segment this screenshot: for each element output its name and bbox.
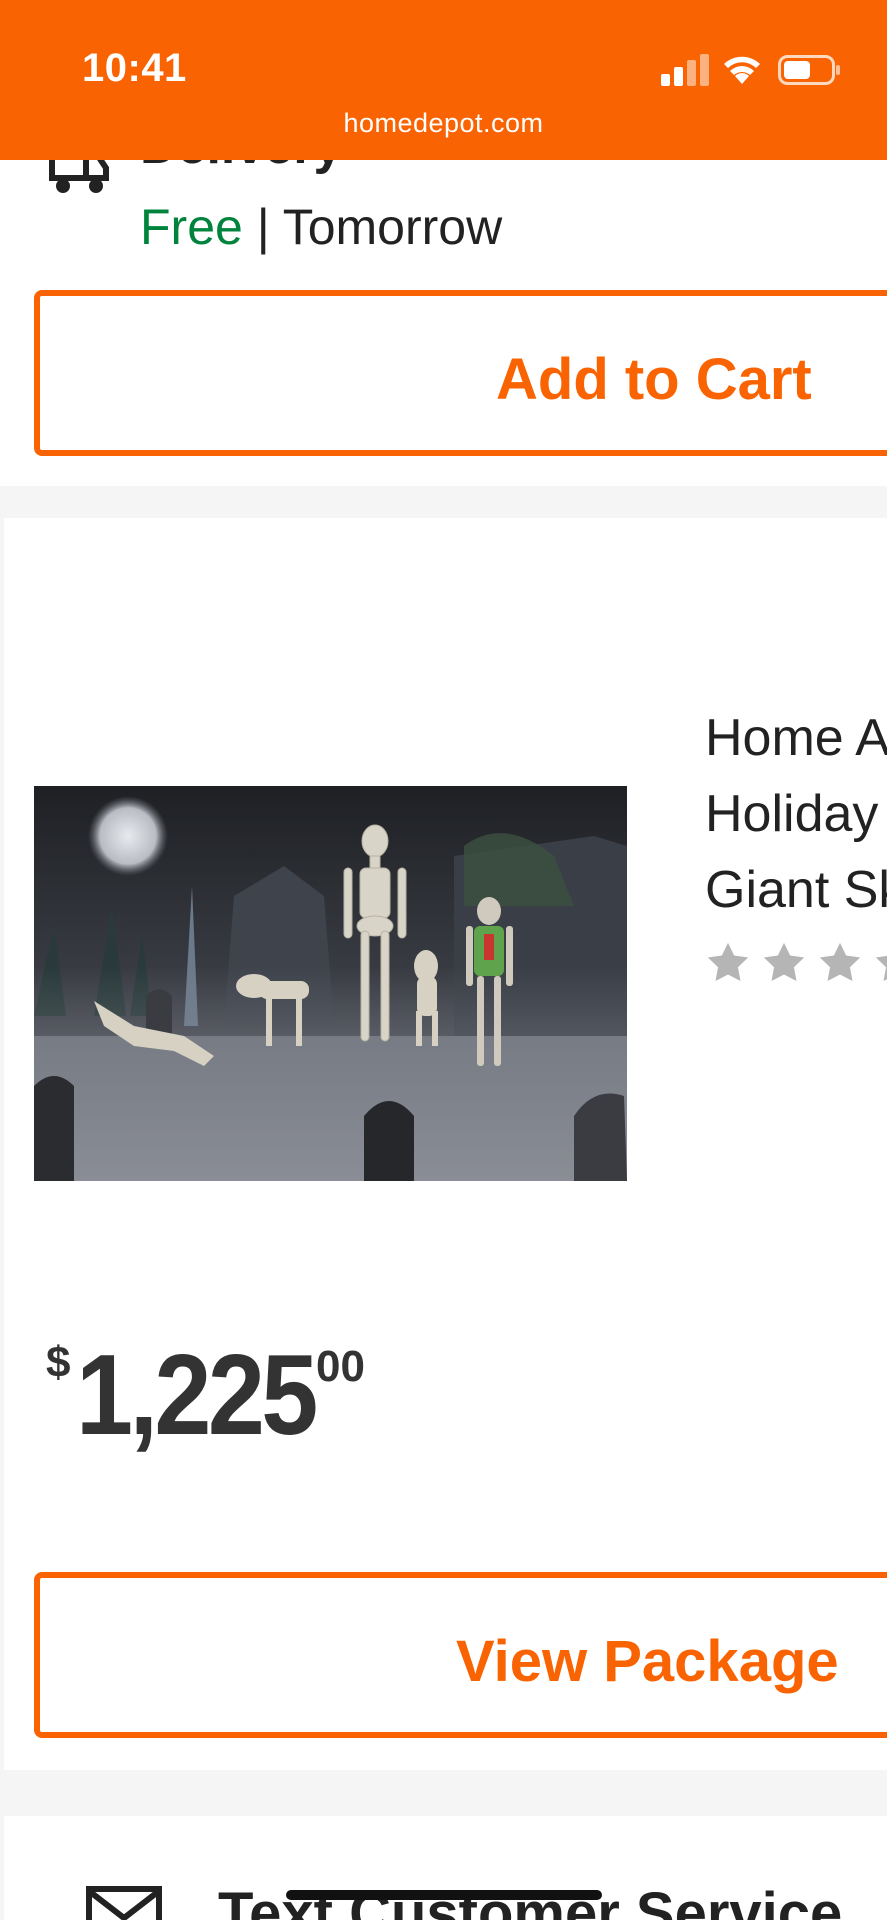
- mail-icon: [86, 1886, 162, 1920]
- price-dollars: 1,225: [76, 1332, 318, 1459]
- star-icon: [875, 955, 887, 982]
- text-service-label: Text Customer Service: [218, 1881, 843, 1920]
- delivery-date: Tomorrow: [282, 199, 503, 255]
- product-title-line-1: Home A: [705, 709, 887, 767]
- product-title-line-3: Giant Sk: [705, 861, 887, 919]
- wifi-icon: [724, 56, 760, 84]
- star-icon: [819, 942, 861, 982]
- star-icon: [707, 942, 749, 982]
- view-package-label: View Package: [456, 1629, 839, 1694]
- delivery-info: Free | Tomorrow: [140, 202, 502, 252]
- price-currency: $: [46, 1338, 71, 1387]
- view-package-button[interactable]: View Package: [34, 1572, 887, 1738]
- status-time: 10:41: [82, 46, 187, 90]
- browser-status-bar: 10:41 homedepot.com: [0, 0, 887, 160]
- rating-stars[interactable]: [705, 940, 887, 986]
- battery-icon: [778, 55, 840, 85]
- skeleton-scene-illustration: [34, 786, 627, 1181]
- cellular-signal-icon: [661, 54, 709, 86]
- delivery-separator: |: [256, 199, 270, 255]
- product-image[interactable]: [34, 786, 627, 1181]
- price-cents: 00: [316, 1342, 365, 1391]
- product-title-line-2: Holiday: [705, 785, 879, 843]
- product-title[interactable]: Home A Holiday Giant Sk: [705, 700, 887, 928]
- add-to-cart-button[interactable]: Add to Cart: [34, 290, 887, 456]
- star-icon: [763, 942, 805, 982]
- page: 10:41 homedepot.com Delivery Free | To: [0, 0, 887, 1920]
- delivery-price: Free: [140, 199, 243, 255]
- home-indicator[interactable]: [286, 1890, 602, 1900]
- add-to-cart-label: Add to Cart: [496, 347, 812, 412]
- browser-url[interactable]: homedepot.com: [0, 108, 887, 139]
